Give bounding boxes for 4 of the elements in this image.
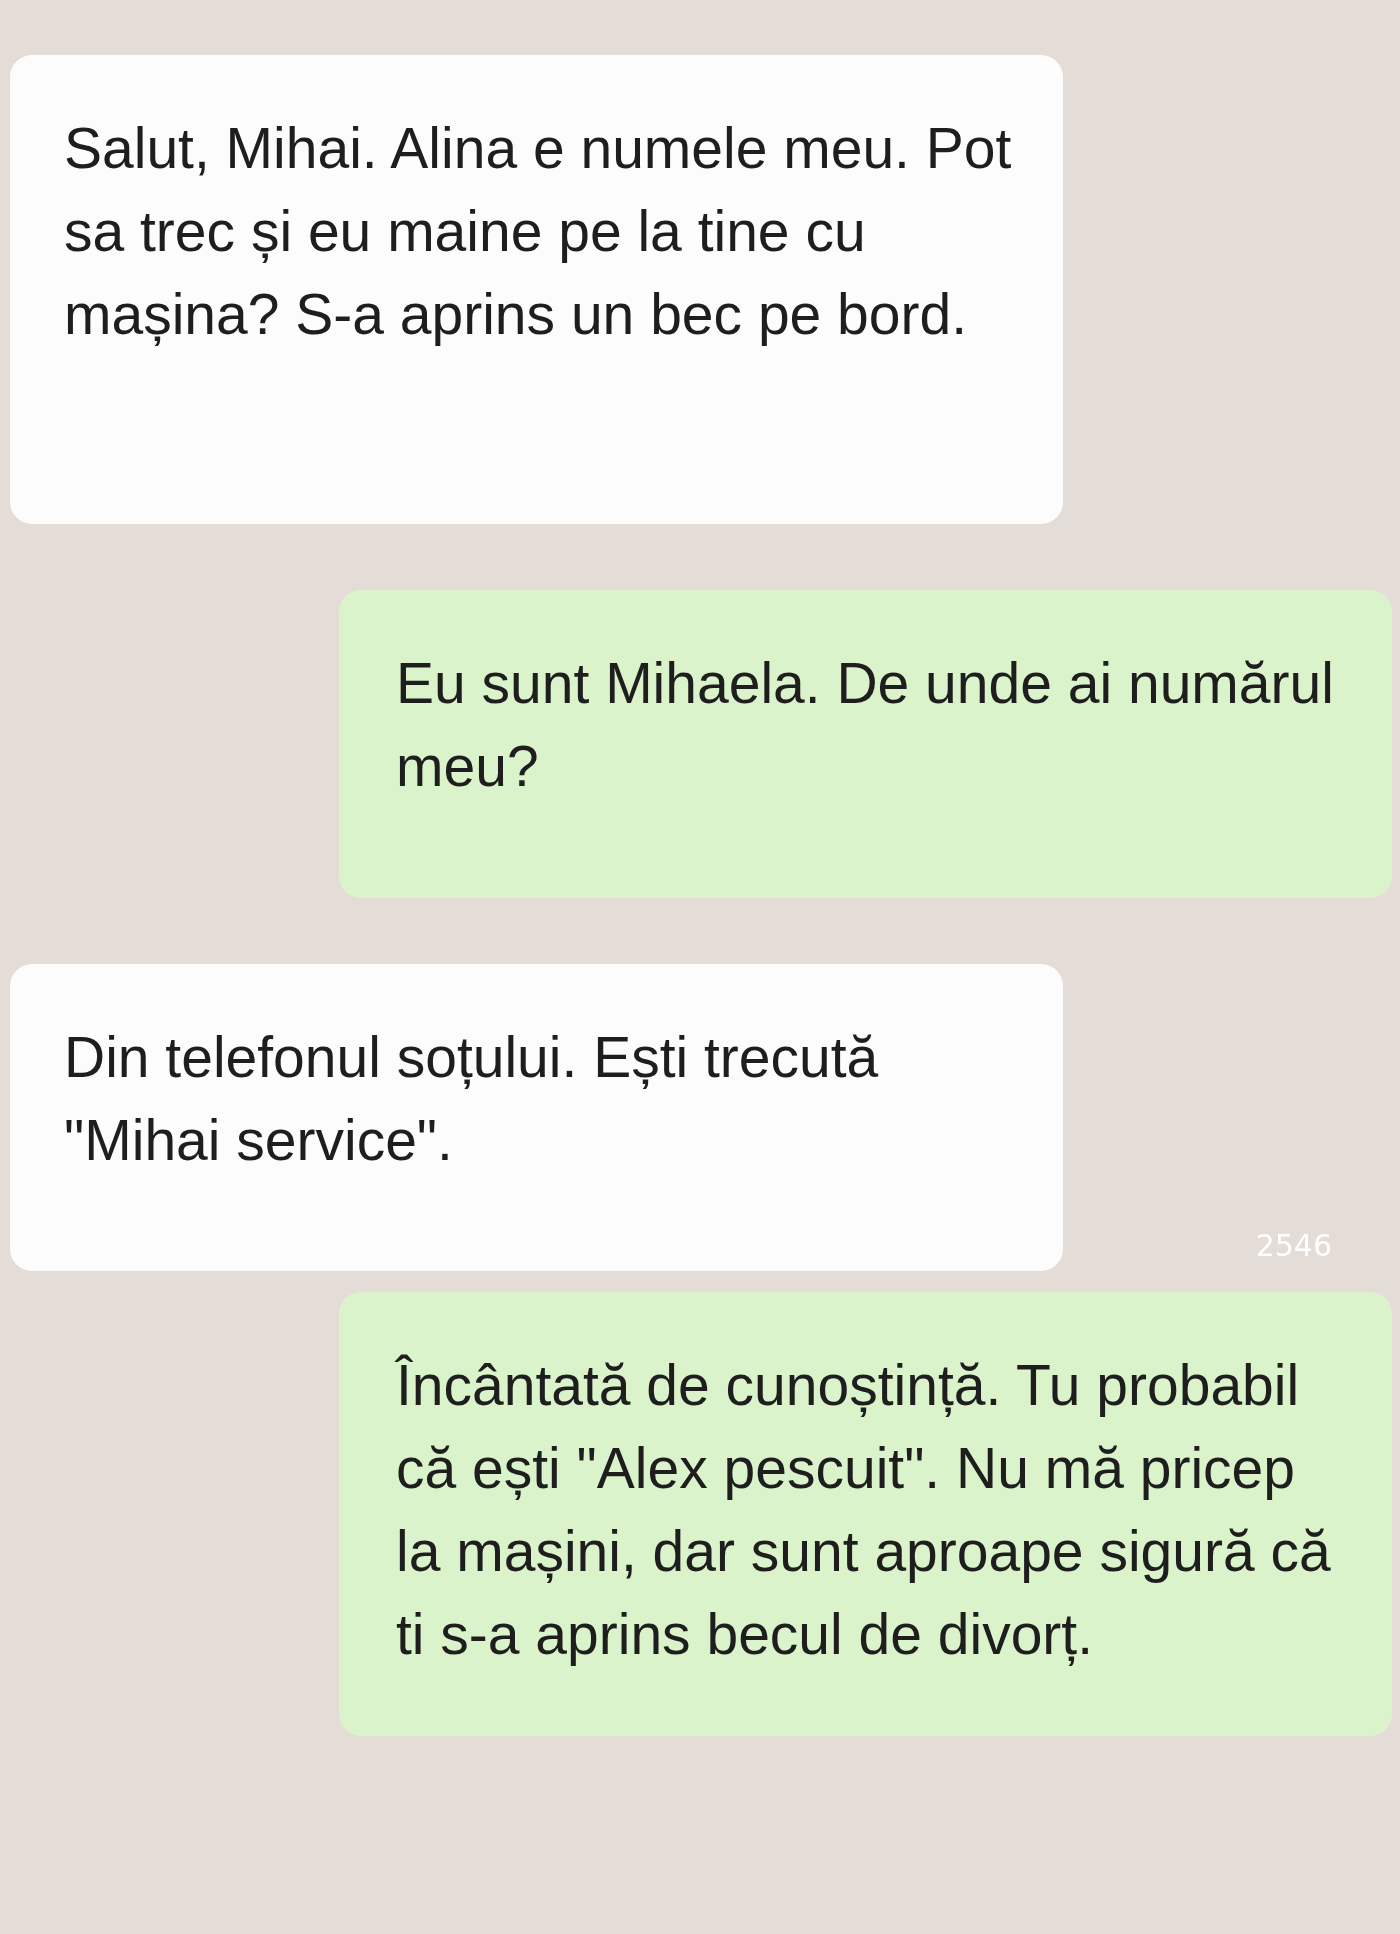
message-text: Din telefonul soțului. Ești trecută "Mihai service". [64,1024,880,1174]
message-text: Eu sunt Mihaela. De unde ai numărul meu? [396,650,1335,800]
message-text: Încântată de cunoștință. Tu probabil că ești "Alex pescuit". Nu mă pricep la mașini, dar sunt aproape sigură că ti s-a aprins becul de divorț. [396,1352,1332,1668]
message-text: Salut, Mihai. Alina e numele meu. Pot sa trec și eu maine pe la tine cu mașina? S-a aprins un bec pe bord. [64,115,1013,348]
